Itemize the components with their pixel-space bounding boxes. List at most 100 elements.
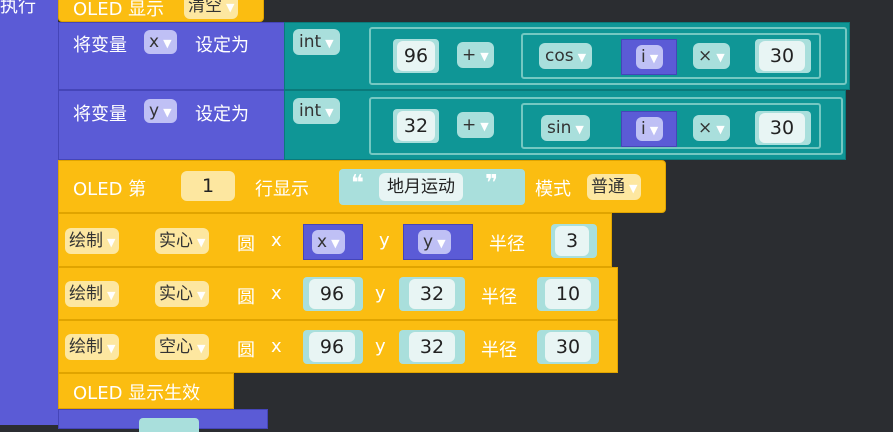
draw1-y: y: [423, 232, 434, 252]
draw3-shape: 圆: [237, 340, 255, 361]
draw1-x: x: [317, 232, 328, 252]
oled-line-mode: 普通: [591, 177, 625, 197]
set-y-plus-dropdown[interactable]: + ▼: [457, 112, 494, 138]
draw1-r-wrap: 3: [551, 224, 597, 258]
set-y-add-block[interactable]: 32 + ▼ sin ▼ i ▼ × ▼ 30: [369, 97, 843, 155]
draw3-x-wrap: 96: [303, 330, 363, 364]
set-y-func-dropdown[interactable]: sin ▼: [541, 115, 590, 141]
draw1-fill-dropdown[interactable]: 实心 ▼: [155, 228, 210, 254]
set-y-int-block[interactable]: int ▼ 32 + ▼ sin ▼ i ▼ × ▼ 30: [284, 90, 846, 160]
set-x-mul-block[interactable]: cos ▼ i ▼ × ▼ 30: [521, 33, 821, 79]
oled-line-mode-dropdown[interactable]: 普通 ▼: [587, 174, 642, 200]
set-x-int: int: [299, 32, 322, 52]
set-x-factor-wrap: 30: [755, 39, 811, 73]
draw2-fill-dropdown[interactable]: 实心 ▼: [155, 281, 210, 307]
loop-block[interactable]: 执行: [0, 0, 58, 425]
set-y-arg-var-block[interactable]: i ▼: [621, 111, 677, 147]
draw2-y-number[interactable]: 32: [409, 279, 455, 309]
draw2-fill: 实心: [159, 284, 193, 304]
set-y-block[interactable]: 将变量 y ▼ 设定为: [58, 90, 288, 160]
blockly-workspace[interactable]: 执行 OLED 显示 清空 ▼ 将变量 x ▼ 设定为 int ▼ 96 + ▼ cos…: [0, 0, 893, 432]
set-y-mul-block[interactable]: sin ▼ i ▼ × ▼ 30: [521, 103, 821, 149]
draw2-shape: 圆: [237, 287, 255, 308]
oled-line-text[interactable]: 地月运动: [379, 173, 463, 201]
set-x-arg-var-block[interactable]: i ▼: [621, 39, 677, 75]
draw2-x-number[interactable]: 96: [309, 279, 355, 309]
draw3-fill-dropdown[interactable]: 空心 ▼: [155, 334, 210, 360]
set-y-factor-number[interactable]: 30: [759, 113, 805, 143]
oled-line-prefix: OLED 第: [73, 179, 147, 200]
set-x-add-block[interactable]: 96 + ▼ cos ▼ i ▼ × ▼ 30: [369, 27, 847, 85]
set-x-label: 将变量: [73, 35, 127, 56]
set-y-times-dropdown[interactable]: × ▼: [693, 115, 730, 141]
draw-block-2[interactable]: 绘制 ▼ 实心 ▼ 圆 x 96 y 32 半径 10: [58, 267, 618, 320]
set-x-base-number[interactable]: 96: [397, 41, 435, 71]
draw3-action: 绘制: [69, 337, 103, 357]
set-y-arg-dropdown[interactable]: i ▼: [636, 117, 664, 141]
oled-line-mode-label: 模式: [535, 179, 571, 200]
draw1-y-dropdown[interactable]: y ▼: [418, 230, 451, 254]
oled-line-mid: 行显示: [255, 179, 309, 200]
oled-show-block[interactable]: OLED 显示生效: [58, 373, 234, 409]
draw3-x-label: x: [271, 336, 282, 357]
set-y-times: ×: [698, 118, 713, 138]
draw1-y-var-block[interactable]: y ▼: [403, 224, 473, 260]
set-y-label: 将变量: [73, 104, 127, 125]
draw1-shape: 圆: [237, 234, 255, 255]
draw1-fill: 实心: [159, 231, 193, 251]
draw3-r-wrap: 30: [537, 330, 599, 364]
draw1-r-number[interactable]: 3: [555, 226, 589, 256]
draw1-action-dropdown[interactable]: 绘制 ▼: [65, 228, 120, 254]
oled-line-number[interactable]: 1: [181, 171, 235, 201]
next-block-input: [139, 418, 199, 432]
draw-block-3[interactable]: 绘制 ▼ 空心 ▼ 圆 x 96 y 32 半径 30: [58, 320, 618, 373]
oled-line-block[interactable]: OLED 第 1 行显示 ❝ 地月运动 ❞ 模式 普通 ▼: [58, 160, 666, 213]
draw3-y-number[interactable]: 32: [409, 332, 455, 362]
set-y-base-number[interactable]: 32: [397, 111, 435, 141]
set-x-times: ×: [698, 46, 713, 66]
set-y-var: y: [149, 101, 160, 121]
set-y-int: int: [299, 101, 322, 121]
draw1-y-label: y: [379, 230, 390, 251]
set-x-func-dropdown[interactable]: cos ▼: [539, 43, 593, 69]
set-y-suffix: 设定为: [195, 104, 249, 125]
draw1-x-dropdown[interactable]: x ▼: [312, 230, 345, 254]
set-x-int-dropdown[interactable]: int ▼: [293, 29, 340, 55]
oled-line-text-block[interactable]: ❝ 地月运动 ❞: [339, 169, 525, 205]
draw3-fill: 空心: [159, 337, 193, 357]
set-x-func: cos: [545, 46, 574, 66]
draw3-action-dropdown[interactable]: 绘制 ▼: [65, 334, 120, 360]
draw1-x-var-block[interactable]: x ▼: [303, 224, 363, 260]
draw3-r-label: 半径: [481, 340, 517, 361]
draw3-y-label: y: [375, 336, 386, 357]
set-x-arg-dropdown[interactable]: i ▼: [636, 45, 664, 69]
draw3-r-number[interactable]: 30: [545, 332, 591, 362]
draw2-y-wrap: 32: [399, 277, 465, 311]
set-y-base-wrap: 32: [393, 109, 439, 143]
set-y-func: sin: [547, 118, 572, 138]
oled-clear-dropdown[interactable]: 清空 ▼: [184, 0, 239, 19]
oled-clear-block[interactable]: OLED 显示 清空 ▼: [58, 0, 264, 22]
next-variable-block[interactable]: [58, 409, 268, 432]
set-x-plus: +: [462, 45, 477, 65]
set-x-plus-dropdown[interactable]: + ▼: [457, 42, 494, 68]
draw2-x-wrap: 96: [303, 277, 363, 311]
set-x-var-dropdown[interactable]: x ▼: [144, 30, 177, 54]
draw3-x-number[interactable]: 96: [309, 332, 355, 362]
draw2-x-label: x: [271, 283, 282, 304]
draw2-action: 绘制: [69, 284, 103, 304]
draw-block-1[interactable]: 绘制 ▼ 实心 ▼ 圆 x x ▼ y y ▼ 半径 3: [58, 213, 612, 267]
set-x-factor-number[interactable]: 30: [759, 41, 805, 71]
set-x-times-dropdown[interactable]: × ▼: [693, 43, 730, 69]
draw2-r-label: 半径: [481, 287, 517, 308]
set-y-int-dropdown[interactable]: int ▼: [293, 98, 340, 124]
set-y-arg: i: [641, 119, 646, 139]
draw2-r-number[interactable]: 10: [545, 279, 591, 309]
set-y-var-dropdown[interactable]: y ▼: [144, 99, 177, 123]
set-x-int-block[interactable]: int ▼ 96 + ▼ cos ▼ i ▼ × ▼ 30: [284, 22, 850, 90]
oled-clear-option: 清空: [188, 0, 222, 16]
draw2-r-wrap: 10: [537, 277, 599, 311]
draw2-action-dropdown[interactable]: 绘制 ▼: [65, 281, 120, 307]
loop-label: 执行: [0, 0, 36, 17]
set-x-block[interactable]: 将变量 x ▼ 设定为: [58, 22, 288, 90]
